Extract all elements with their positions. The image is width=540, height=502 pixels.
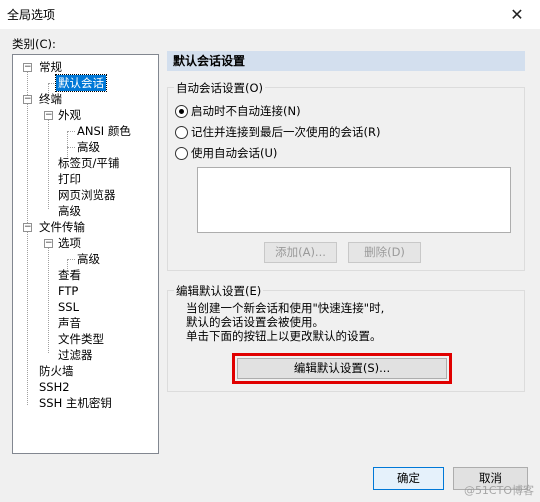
collapse-icon[interactable]: − [23,95,32,104]
watermark: @51CTO博客 [463,484,534,497]
radio-button[interactable] [175,147,188,160]
tree-connector [67,147,75,148]
auto-session-group-title: 自动会话设置(O) [174,80,266,96]
collapse-icon[interactable]: − [23,63,32,72]
edit-default-settings-button[interactable]: 编辑默认设置(S)... [237,358,447,379]
description-line: 单击下面的按钮上以更改默认的设置。 [186,329,382,343]
tree-connector [48,115,49,209]
tree-connector [48,243,49,353]
delete-button[interactable]: 删除(D) [348,242,421,263]
window-title: 全局选项 [7,8,56,22]
category-tree[interactable]: − 常规 默认会话 − 终端 − 外观 ANSI 颜色 高级 标签页/平铺 打印… [12,54,159,454]
auto-session-list[interactable] [197,167,511,233]
tree-connector [67,259,75,260]
tree-connector [67,131,75,132]
panel-title: 默认会话设置 [167,51,525,71]
tree-connector [27,67,28,405]
ok-button[interactable]: 确定 [373,467,444,490]
add-button[interactable]: 添加(A)... [264,242,337,263]
collapse-icon[interactable]: − [44,239,53,248]
edit-defaults-group-title: 编辑默认设置(E) [174,283,264,299]
title-bar: 全局选项 ✕ [0,0,540,29]
tree-connector [48,83,56,84]
radio-button[interactable] [175,126,188,139]
category-label: 类别(C): [12,37,56,51]
collapse-icon[interactable]: − [44,111,53,120]
close-icon[interactable]: ✕ [494,0,540,29]
collapse-icon[interactable]: − [23,223,32,232]
radio-button[interactable] [175,105,188,118]
